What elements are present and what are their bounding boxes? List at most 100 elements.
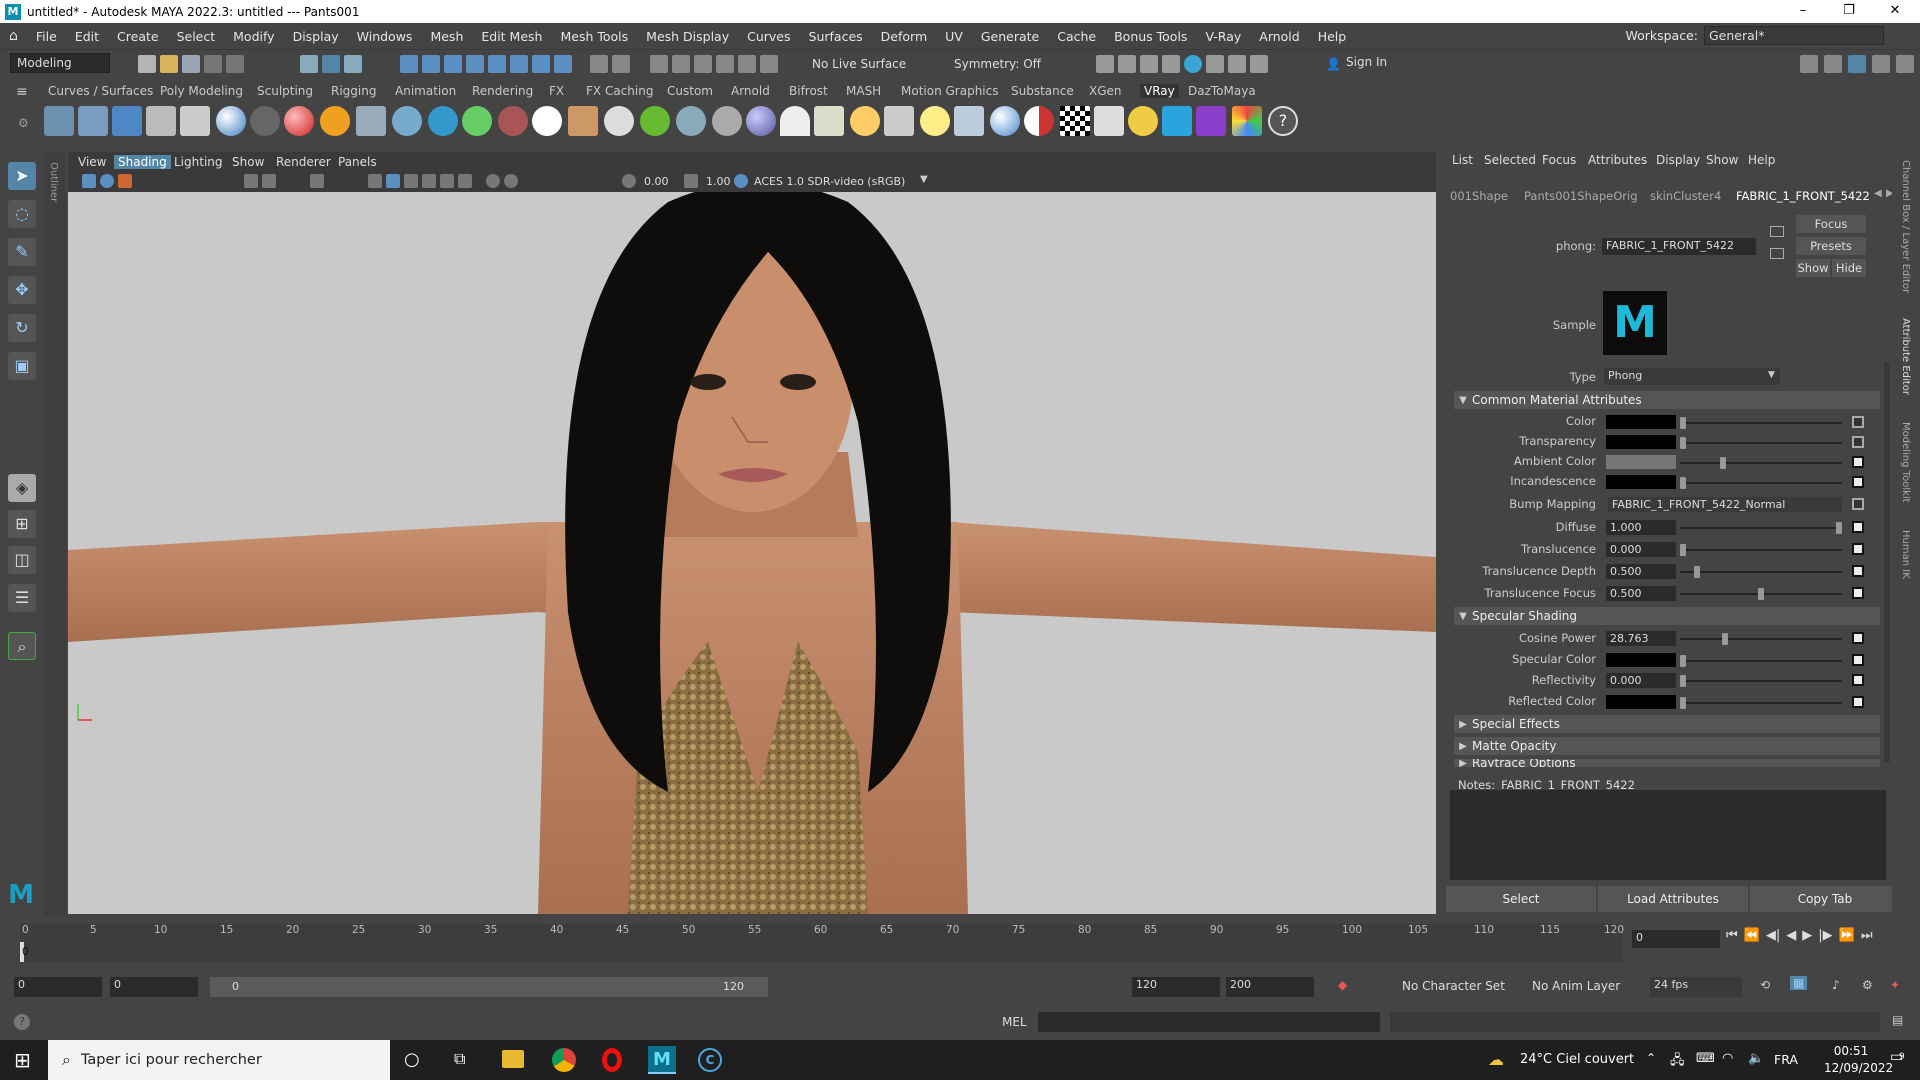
incandescence-map-icon[interactable] — [1852, 476, 1864, 488]
menu-cache[interactable]: Cache — [1048, 29, 1105, 44]
snap-grid-icon[interactable] — [400, 55, 418, 73]
daz-icon[interactable] — [1196, 106, 1226, 136]
attribute-editor-toggle-icon[interactable] — [1848, 55, 1866, 73]
vp-menu-show[interactable]: Show — [232, 155, 264, 169]
vray-drop-icon[interactable] — [428, 106, 458, 136]
step-back-key-icon[interactable]: ⏪ — [1744, 928, 1760, 943]
color-slider[interactable] — [1680, 422, 1842, 424]
anim-start-field[interactable]: 0 — [110, 977, 198, 997]
outliner-layout-icon[interactable]: ☰ — [8, 584, 36, 612]
opera-icon[interactable] — [602, 1048, 622, 1072]
grid-toggle-icon[interactable] — [244, 174, 258, 188]
tool-settings-icon[interactable] — [1824, 55, 1842, 73]
camera-attr-icon[interactable] — [100, 174, 114, 188]
gamma-icon[interactable] — [684, 174, 698, 188]
chrome-icon[interactable] — [552, 1048, 576, 1072]
color-slider-knob[interactable] — [1680, 417, 1686, 429]
shelf-settings-icon[interactable]: ⚙ — [18, 116, 29, 130]
material-sample-swatch[interactable]: M — [1603, 291, 1667, 355]
output-connection-icon[interactable] — [1770, 248, 1784, 259]
shelf-tab-bifrost[interactable]: Bifrost — [789, 84, 828, 98]
bookmark-icon[interactable] — [118, 174, 132, 188]
select-object-icon[interactable] — [322, 55, 340, 73]
menu-curves[interactable]: Curves — [738, 29, 799, 44]
vray-curve-icon[interactable] — [712, 106, 742, 136]
range-slider-bar[interactable]: 0 120 — [210, 977, 768, 997]
render-view-icon[interactable] — [1096, 55, 1114, 73]
section-specular-shading[interactable]: ▼ Specular Shading — [1454, 607, 1880, 625]
anim-prefs-icon[interactable]: ⚙ — [1862, 978, 1873, 992]
app-c-icon[interactable]: C — [698, 1048, 722, 1072]
menu-edit-mesh[interactable]: Edit Mesh — [472, 29, 551, 44]
translucence-focus-map-icon[interactable] — [1852, 587, 1864, 599]
menu-vray[interactable]: V-Ray — [1196, 29, 1250, 44]
perspective-viewport[interactable] — [68, 192, 1436, 914]
open-scene-icon[interactable] — [160, 55, 178, 73]
sign-in-dropdown[interactable]: Sign In — [1340, 53, 1440, 73]
shelf-tab-mash[interactable]: MASH — [846, 84, 881, 98]
show-button[interactable]: Show — [1796, 259, 1830, 277]
shelf-tab-substance[interactable]: Substance — [1011, 84, 1074, 98]
translucence-focus-field[interactable]: 0.500 — [1606, 586, 1676, 601]
shelf-tab-fx[interactable]: FX — [549, 84, 564, 98]
ae-tab-material[interactable]: FABRIC_1_FRONT_5422 — [1736, 189, 1870, 203]
step-forward-key-icon[interactable]: ⏩ — [1839, 928, 1855, 943]
reflected-color-slider[interactable] — [1680, 702, 1842, 704]
ae-select-button[interactable]: Select — [1446, 886, 1596, 912]
ae-menu-attributes[interactable]: Attributes — [1588, 153, 1647, 167]
command-language[interactable]: MEL — [1002, 1015, 1027, 1029]
vray-settings-icon[interactable] — [146, 106, 176, 136]
shelf-tab-arnold[interactable]: Arnold — [731, 84, 770, 98]
vray-texture-icon[interactable] — [568, 106, 598, 136]
node-ops-icon[interactable] — [694, 55, 712, 73]
run-icon[interactable]: ✦ — [1890, 978, 1900, 992]
section-matte-opacity[interactable]: ▶ Matte Opacity — [1454, 737, 1880, 755]
translucence-depth-slider[interactable] — [1680, 571, 1842, 573]
vray-ies-icon[interactable] — [884, 106, 914, 136]
redo-icon[interactable] — [226, 55, 244, 73]
select-tool-icon[interactable]: ➤ — [8, 162, 36, 190]
menu-mesh-tools[interactable]: Mesh Tools — [551, 29, 637, 44]
ae-menu-help[interactable]: Help — [1748, 153, 1775, 167]
minimize-button[interactable]: – — [1780, 0, 1826, 23]
ambient-occlusion-icon[interactable] — [486, 174, 500, 188]
ambient-color-slider-knob[interactable] — [1720, 457, 1726, 469]
character-set-dropdown[interactable]: No Character Set — [1402, 979, 1505, 993]
textured-icon[interactable] — [422, 174, 436, 188]
section-special-effects[interactable]: ▶ Special Effects — [1454, 715, 1880, 733]
rotate-ops-icon[interactable] — [738, 55, 756, 73]
transparency-map-connected-icon[interactable] — [1852, 436, 1864, 448]
go-to-end-icon[interactable]: ⏭ — [1861, 928, 1873, 943]
vray-ipr-icon[interactable] — [78, 106, 108, 136]
film-gate-icon[interactable] — [262, 174, 276, 188]
wireframe-icon[interactable] — [368, 174, 382, 188]
reflectivity-map-icon[interactable] — [1852, 674, 1864, 686]
shelf-tab-poly-modeling[interactable]: Poly Modeling — [160, 84, 243, 98]
two-view-icon[interactable]: ◫ — [8, 546, 36, 574]
ae-copy-tab-button[interactable]: Copy Tab — [1750, 886, 1900, 912]
vray-cloud-icon[interactable] — [1162, 106, 1192, 136]
ae-tab-shape-orig[interactable]: Pants001ShapeOrig — [1524, 189, 1638, 203]
wire-on-shaded-icon[interactable] — [404, 174, 418, 188]
vray-sphere-light-icon[interactable] — [284, 106, 314, 136]
vray-frame-icon[interactable] — [1094, 106, 1124, 136]
vray-mesh-light-icon[interactable] — [990, 106, 1020, 136]
task-view-icon[interactable]: ⧉ — [454, 1049, 465, 1069]
snap-curve-icon[interactable] — [422, 55, 440, 73]
bump-mapping-field[interactable]: FABRIC_1_FRONT_5422_Normal — [1608, 497, 1842, 512]
scale-tool-icon[interactable]: ▣ — [8, 352, 36, 380]
cosine-power-slider[interactable] — [1680, 638, 1842, 640]
translucence-slider-knob[interactable] — [1680, 544, 1686, 556]
pause-icon[interactable] — [1250, 55, 1268, 73]
cosine-power-slider-knob[interactable] — [1722, 633, 1728, 645]
play-forward-icon[interactable]: ▶ — [1802, 928, 1812, 943]
shelf-tab-curves-surfaces[interactable]: Curves / Surfaces — [48, 84, 153, 98]
diffuse-map-icon[interactable] — [1852, 521, 1864, 533]
home-icon[interactable]: ⌂ — [0, 28, 27, 44]
menu-file[interactable]: File — [27, 29, 66, 44]
tab-scroll-left-icon[interactable]: ◀ — [1874, 188, 1882, 199]
type-chevron-down-icon[interactable]: ▼ — [1768, 370, 1775, 380]
mode-dropdown[interactable]: Modeling — [10, 53, 110, 73]
colorspace-chevron-down-icon[interactable]: ▼ — [920, 174, 928, 185]
translucence-focus-slider-knob[interactable] — [1758, 588, 1764, 600]
